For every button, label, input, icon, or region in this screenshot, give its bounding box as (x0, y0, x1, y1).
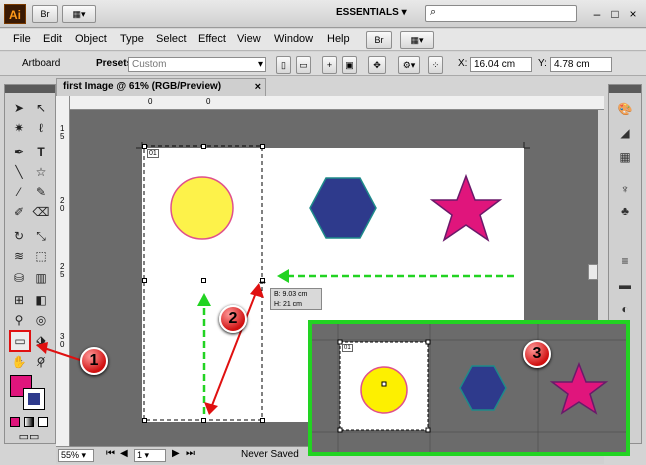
callout-3: 3 (523, 340, 551, 368)
callout-arrow (43, 347, 81, 361)
callout-arrowhead (36, 342, 48, 354)
callout-overlay (36, 342, 81, 361)
callout-2: 2 (219, 305, 247, 333)
callout-1: 1 (80, 347, 108, 375)
